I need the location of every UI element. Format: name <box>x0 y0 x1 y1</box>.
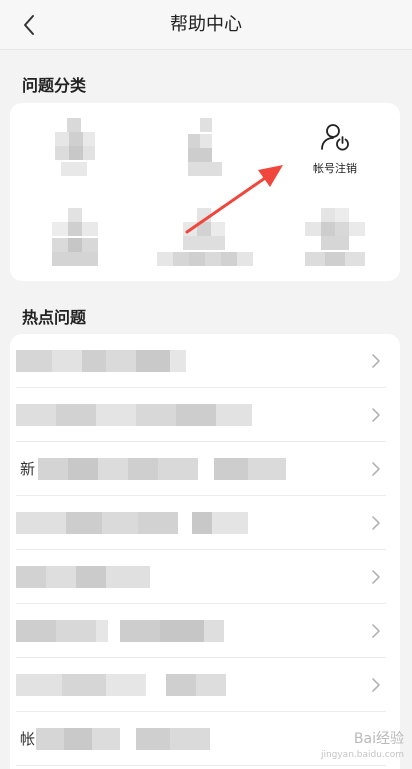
chevron-right-icon <box>372 624 380 638</box>
blurred-text <box>36 728 214 750</box>
list-item[interactable] <box>10 388 400 442</box>
blurred-text <box>16 566 156 588</box>
hot-questions-list: 新 帐 <box>10 334 400 769</box>
blurred-icon <box>52 207 98 266</box>
blurred-text <box>16 350 192 372</box>
chevron-right-icon <box>372 516 380 530</box>
header-bar: 帮助中心 <box>0 0 412 50</box>
blurred-icon <box>55 117 95 178</box>
list-item[interactable] <box>10 496 400 550</box>
chevron-right-icon <box>372 678 380 692</box>
chevron-right-icon <box>372 354 380 368</box>
category-label: 帐号注销 <box>313 161 357 175</box>
list-item-prefix: 帐 <box>20 730 36 748</box>
chevron-right-icon <box>372 408 380 422</box>
watermark-brand: Bai经验 <box>353 731 404 747</box>
watermark: Bai经验 jingyan.baidu.com <box>321 731 404 763</box>
list-item[interactable] <box>10 604 400 658</box>
blurred-text <box>16 404 256 426</box>
category-card: 帐号注销 <box>10 103 400 281</box>
blurred-text <box>16 620 228 642</box>
section-title-categories: 问题分类 <box>22 76 87 95</box>
blurred-text <box>16 512 252 534</box>
category-item-1[interactable] <box>10 103 140 192</box>
list-item[interactable] <box>10 658 400 712</box>
list-item-prefix: 新 <box>20 460 36 478</box>
list-item[interactable]: 新 <box>10 442 400 496</box>
category-item-4[interactable] <box>10 192 140 281</box>
category-item-account-cancel[interactable]: 帐号注销 <box>270 103 400 192</box>
category-item-5[interactable] <box>140 192 270 281</box>
category-item-6[interactable] <box>270 192 400 281</box>
chevron-right-icon <box>372 462 380 476</box>
list-item[interactable] <box>10 334 400 388</box>
section-title-hot: 热点问题 <box>22 308 87 327</box>
list-item[interactable] <box>10 550 400 604</box>
blurred-icon <box>305 207 365 266</box>
blurred-icon <box>157 207 253 266</box>
blurred-text <box>38 458 288 480</box>
page-title: 帮助中心 <box>170 14 242 35</box>
user-power-icon <box>318 120 352 154</box>
blurred-icon <box>188 117 222 178</box>
chevron-right-icon <box>372 570 380 584</box>
category-item-2[interactable] <box>140 103 270 192</box>
blurred-text <box>16 674 228 696</box>
watermark-url: jingyan.baidu.com <box>320 750 404 760</box>
